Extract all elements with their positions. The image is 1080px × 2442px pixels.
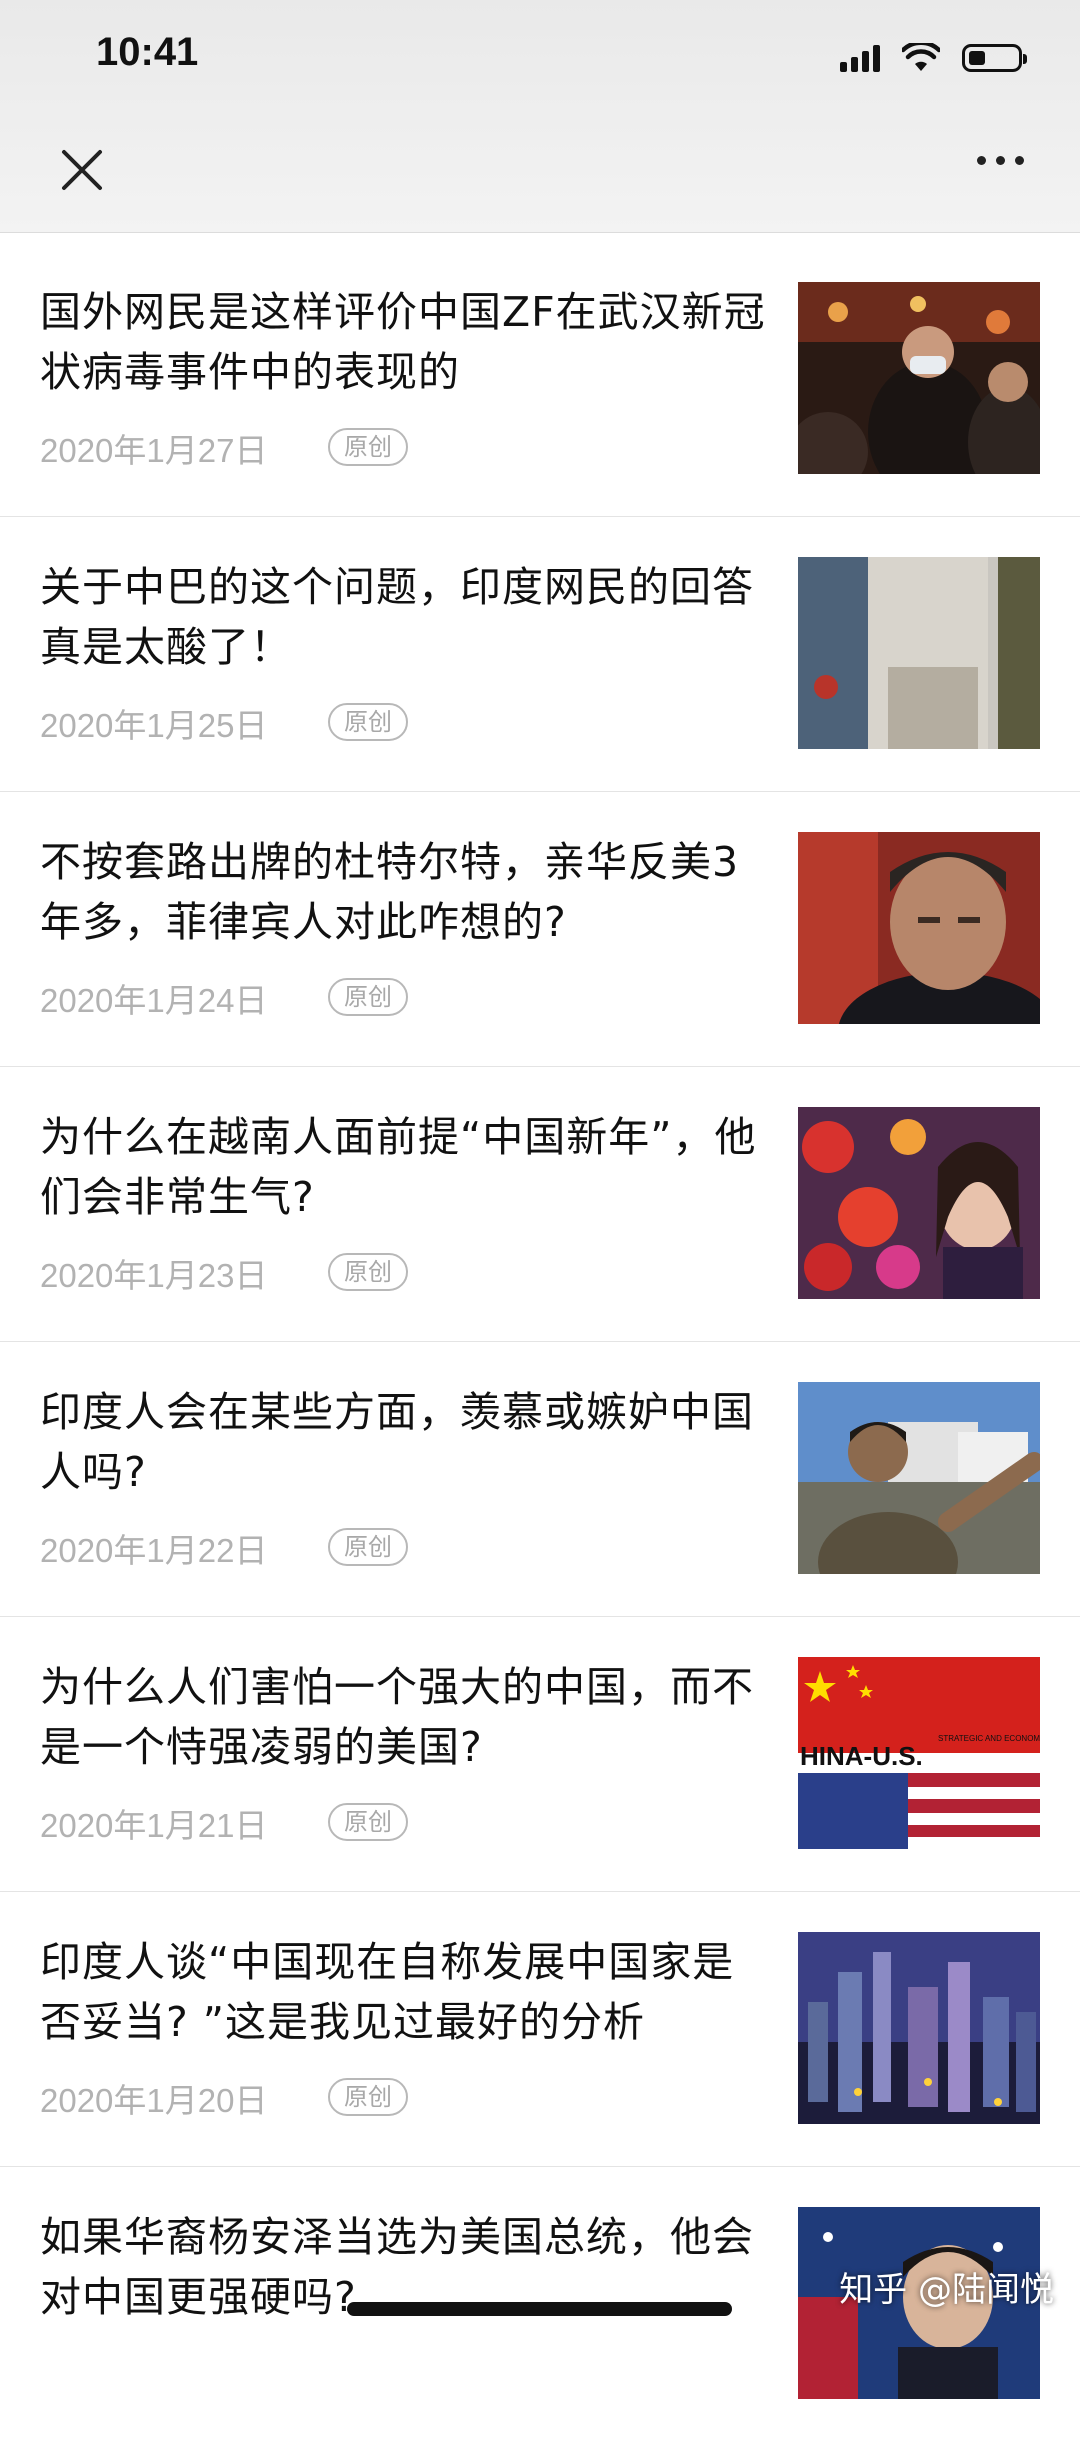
article-title: 不按套路出牌的杜特尔特，亲华反美3 年多，菲律宾人对此咋想的? xyxy=(40,838,740,946)
article-date: 2020年1月23日 xyxy=(40,1257,268,1294)
article-title: 为什么在越南人面前提“中国新年”，他们会非常生气? xyxy=(40,1113,757,1221)
list-item[interactable]: 国外网民是这样评价中国ZF在武汉新冠状病毒事件中的表现的 2020年1月27日 … xyxy=(0,242,1080,517)
article-thumbnail xyxy=(798,282,1040,474)
article-title: 关于中巴的这个问题，印度网民的回答真是太酸了！ xyxy=(40,563,754,671)
original-badge: 原创 xyxy=(328,703,408,741)
list-item[interactable]: 为什么在越南人面前提“中国新年”，他们会非常生气? 2020年1月23日 原创 xyxy=(0,1067,1080,1342)
thumb-text: HINA-U.S. xyxy=(800,1741,923,1771)
article-thumbnail xyxy=(798,1932,1040,2124)
article-list: 国外网民是这样评价中国ZF在武汉新冠状病毒事件中的表现的 2020年1月27日 … xyxy=(0,242,1080,2442)
article-title: 国外网民是这样评价中国ZF在武汉新冠状病毒事件中的表现的 xyxy=(40,288,766,396)
article-date: 2020年1月25日 xyxy=(40,707,268,744)
article-date: 2020年1月22日 xyxy=(40,1532,268,1569)
article-date: 2020年1月27日 xyxy=(40,432,268,469)
article-date: 2020年1月24日 xyxy=(40,982,268,1019)
home-indicator[interactable] xyxy=(347,2302,732,2316)
more-icon[interactable] xyxy=(977,156,1024,165)
article-thumbnail: HINA-U.S. STRATEGIC AND ECONOMIC DIALOG xyxy=(798,1657,1040,1849)
article-thumbnail xyxy=(798,832,1040,1024)
article-thumbnail xyxy=(798,557,1040,749)
battery-icon xyxy=(962,44,1027,72)
status-time: 10:41 xyxy=(96,30,199,74)
article-date: 2020年1月21日 xyxy=(40,1807,268,1844)
article-thumbnail xyxy=(798,1382,1040,1574)
status-icons xyxy=(840,38,1027,78)
list-item[interactable]: 关于中巴的这个问题，印度网民的回答真是太酸了！ 2020年1月25日 原创 xyxy=(0,517,1080,792)
original-badge: 原创 xyxy=(328,1528,408,1566)
wifi-icon xyxy=(902,43,940,71)
article-title: 印度人谈“中国现在自称发展中国家是否妥当? ”这是我见过最好的分析 xyxy=(40,1938,735,2046)
list-item[interactable]: 为什么人们害怕一个强大的中国，而不是一个恃强凌弱的美国? 2020年1月21日 … xyxy=(0,1617,1080,1892)
original-badge: 原创 xyxy=(328,978,408,1016)
list-item[interactable]: 印度人会在某些方面，羡慕或嫉妒中国人吗? 2020年1月22日 原创 xyxy=(0,1342,1080,1617)
article-title: 印度人会在某些方面，羡慕或嫉妒中国人吗? xyxy=(40,1388,754,1496)
close-icon[interactable] xyxy=(58,146,106,194)
article-title: 为什么人们害怕一个强大的中国，而不是一个恃强凌弱的美国? xyxy=(40,1663,754,1771)
original-badge: 原创 xyxy=(328,1803,408,1841)
article-date: 2020年1月20日 xyxy=(40,2082,268,2119)
original-badge: 原创 xyxy=(328,1253,408,1291)
signal-icon xyxy=(840,44,880,72)
list-item[interactable]: 不按套路出牌的杜特尔特，亲华反美3 年多，菲律宾人对此咋想的? 2020年1月2… xyxy=(0,792,1080,1067)
thumb-small-text: STRATEGIC AND ECONOMIC DIALOG xyxy=(938,1734,1040,1743)
original-badge: 原创 xyxy=(328,2078,408,2116)
list-item[interactable]: 印度人谈“中国现在自称发展中国家是否妥当? ”这是我见过最好的分析 2020年1… xyxy=(0,1892,1080,2167)
watermark: 知乎 @陆闻悦 xyxy=(839,2270,1054,2310)
top-bar: 10:41 xyxy=(0,0,1080,233)
article-thumbnail xyxy=(798,1107,1040,1299)
original-badge: 原创 xyxy=(328,428,408,466)
